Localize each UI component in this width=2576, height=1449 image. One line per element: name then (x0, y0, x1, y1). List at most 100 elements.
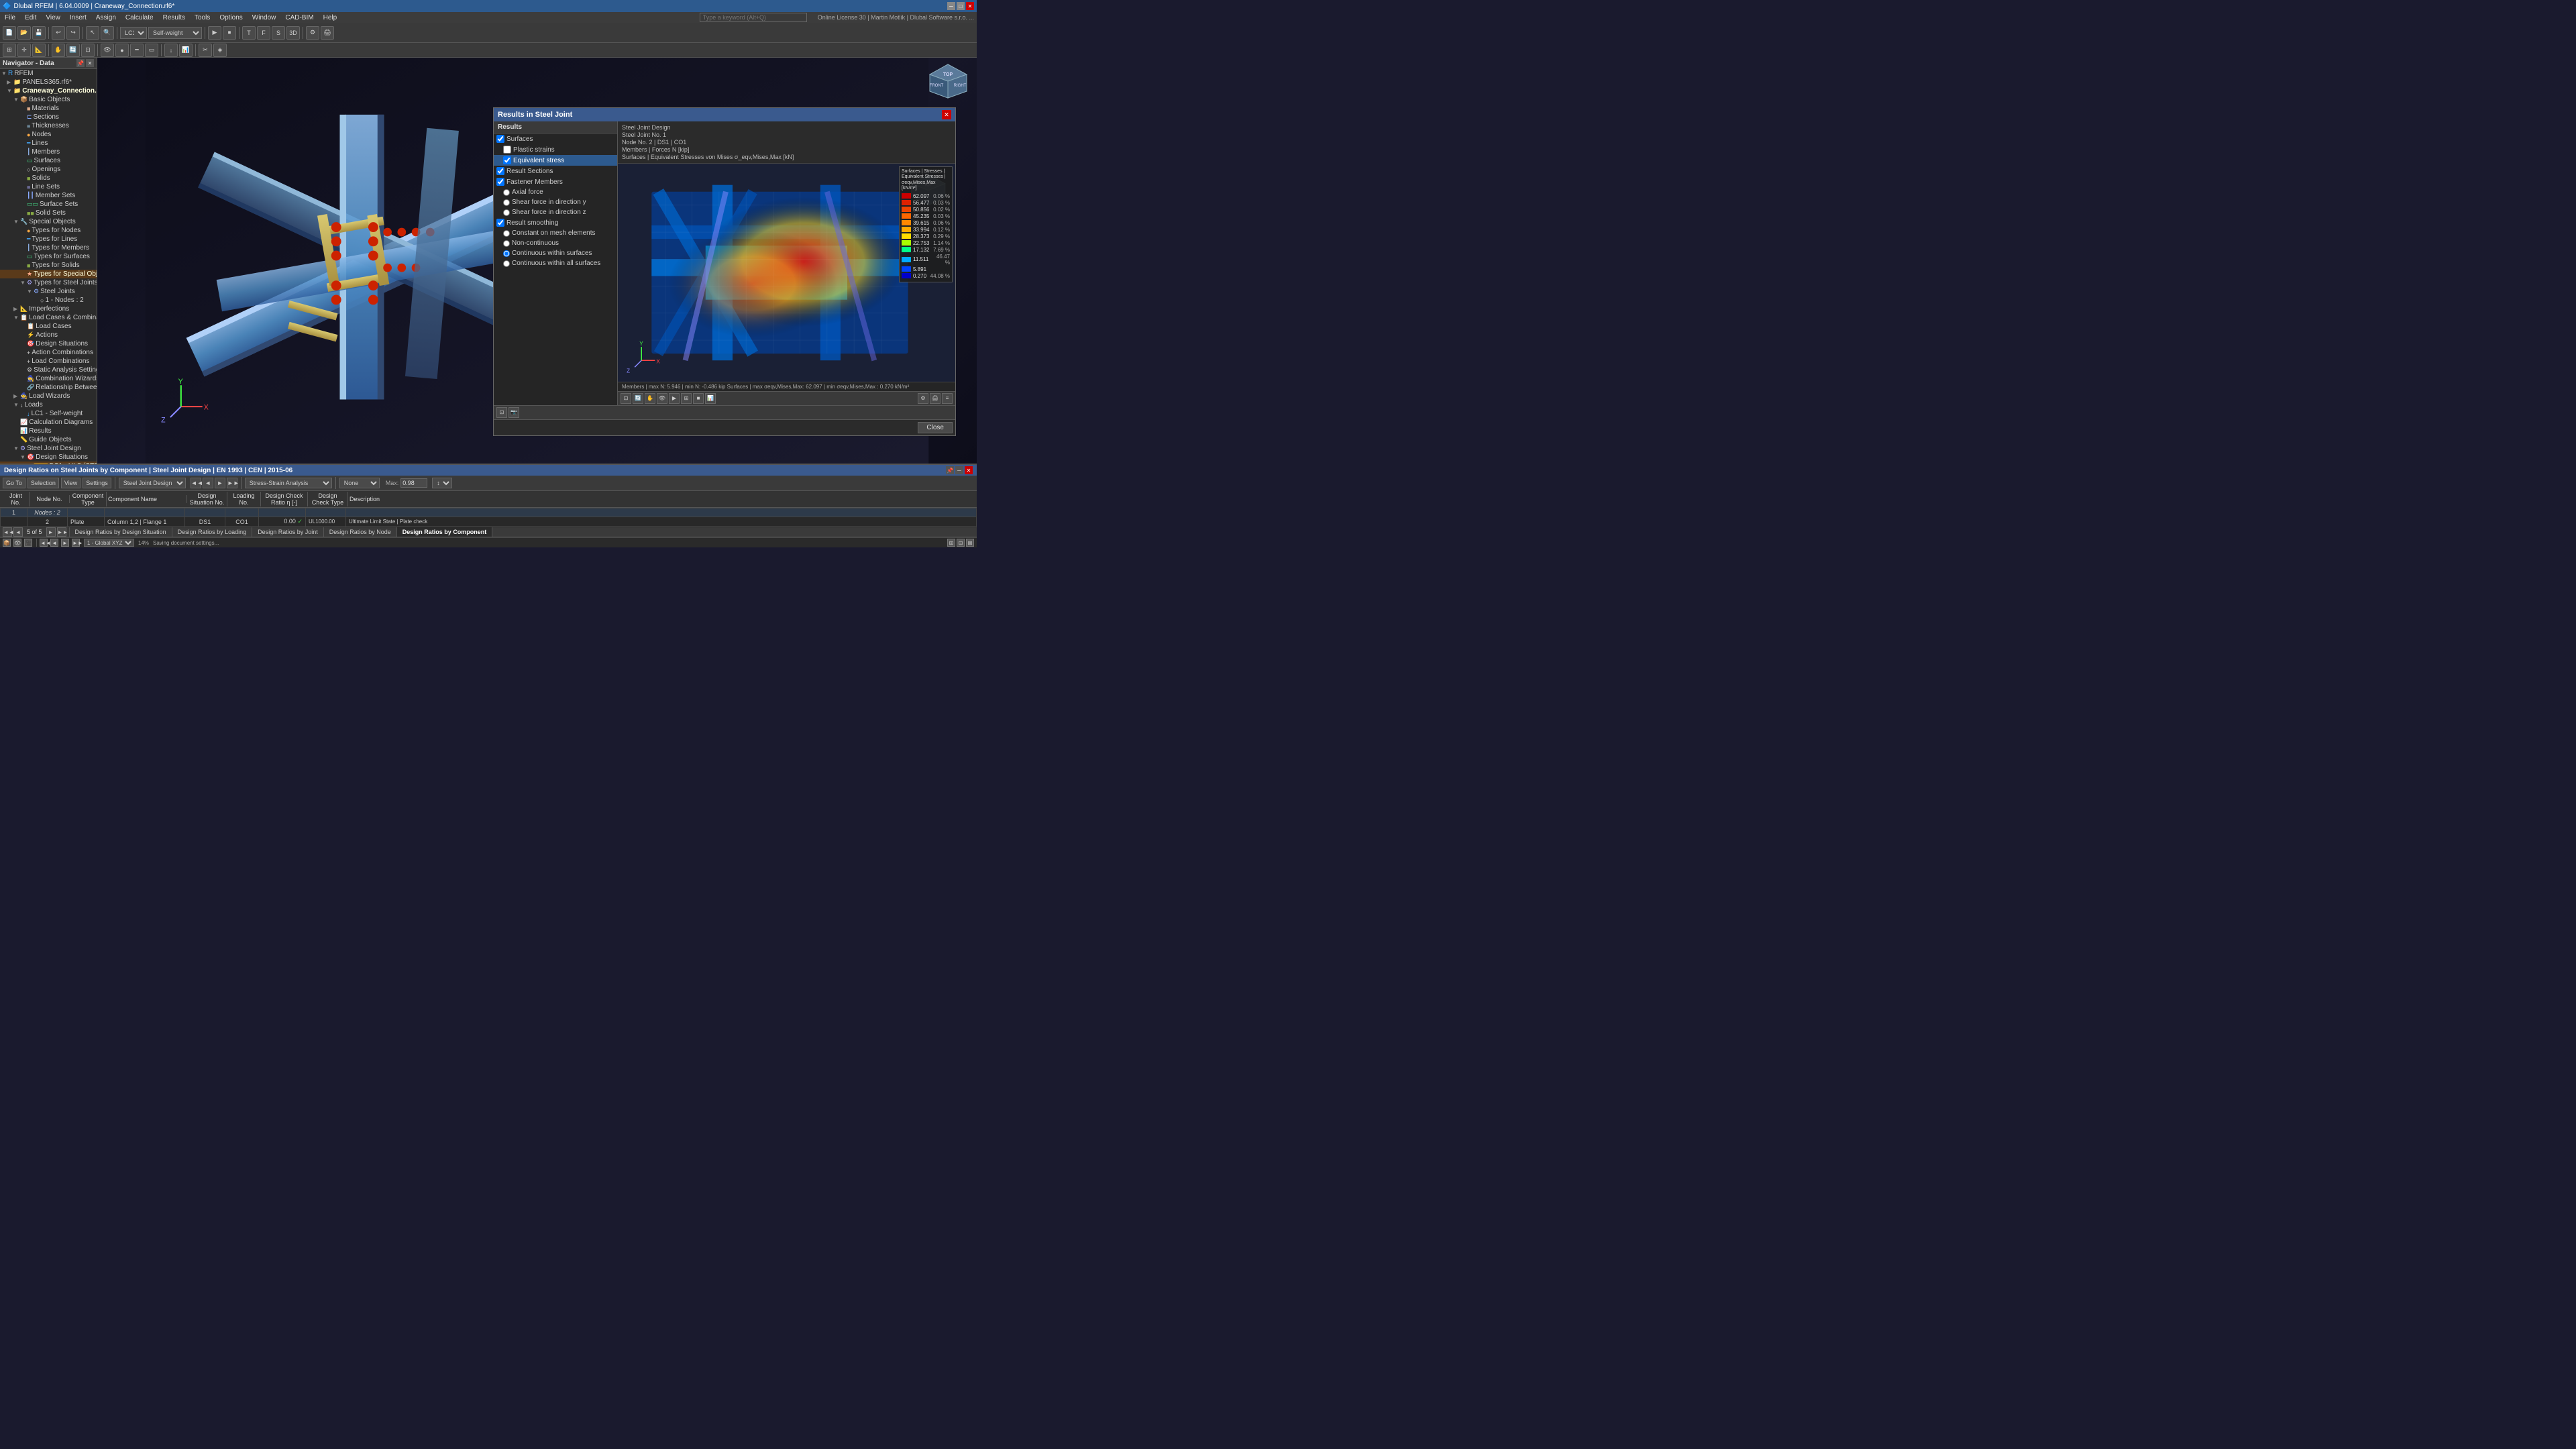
settings-bottom-btn[interactable]: Settings (83, 478, 111, 488)
tab-design-sit[interactable]: Design Ratios by Design Situation (70, 527, 172, 537)
fastener-checkbox[interactable] (496, 178, 504, 186)
menu-help[interactable]: Help (321, 14, 339, 21)
dialog-close-btn[interactable]: Close (918, 422, 953, 433)
dialog-close-x-btn[interactable]: ✕ (942, 110, 951, 119)
selection-btn[interactable]: Selection (28, 478, 59, 488)
max-value-input[interactable] (400, 478, 427, 488)
next-next-btn[interactable]: ►► (227, 478, 237, 488)
nav-steel-joint-design[interactable]: ▼ ⚙ Steel Joint Design (0, 444, 97, 453)
nav-imperfections[interactable]: ▶ 📐 Imperfections (0, 305, 97, 313)
btm-next-btn[interactable]: ► (61, 539, 69, 547)
cut-section-btn[interactable]: ✂ (199, 44, 212, 57)
bottom-panel-close-btn[interactable]: ✕ (965, 466, 973, 474)
dlg-print-btn[interactable]: 🖨 (930, 393, 941, 404)
nav-solidsets[interactable]: ■■ Solid Sets (0, 209, 97, 217)
redo-btn[interactable]: ↪ (66, 26, 80, 40)
print-btn[interactable]: 🖨 (321, 26, 334, 40)
const-mesh-radio[interactable] (503, 230, 510, 237)
nav-rfem[interactable]: ▼ R RFEM (0, 69, 97, 78)
nav-types-special[interactable]: ★ Types for Special Objects (0, 270, 97, 278)
bottom-panel-pin-btn[interactable]: 📌 (946, 466, 954, 474)
dlg-rotate-btn[interactable]: 🔄 (633, 393, 643, 404)
nav-calc-diagrams[interactable]: 📈 Calculation Diagrams (0, 418, 97, 427)
module-dropdown[interactable]: Steel Joint Design (119, 478, 186, 488)
measure-btn[interactable]: 📐 (32, 44, 46, 57)
equiv-stress-checkbox[interactable] (503, 156, 511, 164)
nav-design-situations[interactable]: ▼ 🎯 Design Situations (0, 453, 97, 462)
menu-window[interactable]: Window (250, 14, 278, 21)
nav-surfaces[interactable]: ▭ Surfaces (0, 156, 97, 165)
prev-prev-btn[interactable]: ◄◄ (191, 478, 201, 488)
nav-panels[interactable]: ▶ 📁 PANELS365.rf6* (0, 78, 97, 87)
go-to-btn[interactable]: Go To (3, 478, 25, 488)
dlg-display-btn[interactable]: 👁 (657, 393, 667, 404)
global-axis-dropdown[interactable]: 1 - Global XYZ (84, 539, 134, 547)
select-btn[interactable]: ↖ (86, 26, 99, 40)
view-side-btn[interactable]: S (272, 26, 285, 40)
btm-last-btn[interactable]: ►► (72, 539, 80, 547)
nav-lines[interactable]: ━ Lines (0, 139, 97, 148)
nav-relationship[interactable]: 🔗 Relationship Between Load Cases (0, 383, 97, 392)
btm-first-btn[interactable]: ◄◄ (40, 539, 48, 547)
smoothing-checkbox[interactable] (496, 219, 504, 227)
pan-btn[interactable]: ✋ (52, 44, 65, 57)
result-shear-y[interactable]: Shear force in direction y (494, 197, 617, 207)
next-page-btn[interactable]: ► (46, 527, 56, 537)
table-row-1[interactable]: 2 Plate Column 1,2 | Flange 1 DS1 CO1 0.… (1, 517, 977, 527)
dlg-settings-btn[interactable]: ⚙ (918, 393, 928, 404)
nav-materials[interactable]: ■ Materials (0, 104, 97, 113)
bottom-status-btn2[interactable]: 👁 (13, 539, 21, 547)
nav-types-lines[interactable]: ━ Types for Lines (0, 235, 97, 244)
nav-load-combos[interactable]: + Load Combinations (0, 357, 97, 366)
result-plastic-strains[interactable]: Plastic strains (494, 144, 617, 155)
iso-btn[interactable]: ◈ (213, 44, 227, 57)
nav-loadcases-combo[interactable]: ▼ 📋 Load Cases & Combinations (0, 313, 97, 322)
prev-page-btn[interactable]: ◄ (13, 527, 23, 537)
view-btn[interactable]: View (61, 478, 80, 488)
view-front-btn[interactable]: F (257, 26, 270, 40)
search-input[interactable] (700, 13, 807, 22)
nav-types-members[interactable]: ┃ Types for Members (0, 244, 97, 252)
nav-types-steeljoints[interactable]: ▼ ⚙ Types for Steel Joints (0, 278, 97, 287)
dlg-solid-btn[interactable]: ■ (693, 393, 704, 404)
nav-types-nodes[interactable]: ● Types for Nodes (0, 226, 97, 235)
dialog-3d-viewport[interactable]: X Y Z TOP Surfaces | Stresses | Equivale… (618, 164, 955, 382)
new-btn[interactable]: 📄 (3, 26, 16, 40)
tab-by-node[interactable]: Design Ratios by Node (324, 527, 397, 537)
app-close-btn[interactable]: ✕ (966, 2, 974, 10)
analysis-dropdown[interactable]: Stress-Strain Analysis (245, 478, 332, 488)
result-continuous-surfaces[interactable]: Continuous within surfaces (494, 248, 617, 258)
dlg-wire-btn[interactable]: ⊞ (681, 393, 692, 404)
nav-loadwizards[interactable]: ▶ 🧙 Load Wizards (0, 392, 97, 400)
table-row-joint-header[interactable]: 1 Nodes : 2 (1, 508, 977, 517)
continuous-all-radio[interactable] (503, 260, 510, 267)
menu-cadbim[interactable]: CAD-BIM (283, 14, 315, 21)
viewport-cube-nav[interactable]: TOP RIGHT FRONT (926, 61, 970, 101)
nav-openings[interactable]: ○ Openings (0, 165, 97, 174)
nav-close-btn[interactable]: ✕ (86, 59, 94, 67)
stop-btn[interactable]: ⏹ (223, 26, 236, 40)
result-equiv-stress[interactable]: Equivalent stress (494, 155, 617, 166)
last-page-btn[interactable]: ►► (57, 527, 66, 537)
dialog-title-bar[interactable]: Results in Steel Joint ✕ (494, 108, 955, 121)
nav-loadcases[interactable]: 📋 Load Cases (0, 322, 97, 331)
line-btn[interactable]: ━ (130, 44, 144, 57)
result-fastener-members[interactable]: Fastener Members (494, 176, 617, 187)
dlg-result-btn[interactable]: 📊 (705, 393, 716, 404)
shear-y-radio[interactable] (503, 199, 510, 206)
result-sections-checkbox[interactable] (496, 167, 504, 175)
btm-prev-btn[interactable]: ◄ (50, 539, 58, 547)
nav-combo-wizards[interactable]: 🧙 Combination Wizards (0, 374, 97, 383)
maximize-btn[interactable]: □ (957, 2, 965, 10)
nav-actions[interactable]: ⚡ Actions (0, 331, 97, 339)
first-page-btn[interactable]: ◄◄ (3, 527, 12, 537)
dlg-zoom-fit-btn[interactable]: ⊡ (621, 393, 631, 404)
result-continuous-all[interactable]: Continuous within all surfaces (494, 258, 617, 268)
nav-thicknesses[interactable]: ≡ Thicknesses (0, 121, 97, 130)
menu-file[interactable]: File (3, 14, 17, 21)
nav-types-solids[interactable]: ■ Types for Solids (0, 261, 97, 270)
menu-calculate[interactable]: Calculate (123, 14, 156, 21)
nav-members[interactable]: ┃ Members (0, 148, 97, 156)
surfaces-checkbox[interactable] (496, 135, 504, 143)
nav-basic-objects[interactable]: ▼ 📦 Basic Objects (0, 95, 97, 104)
